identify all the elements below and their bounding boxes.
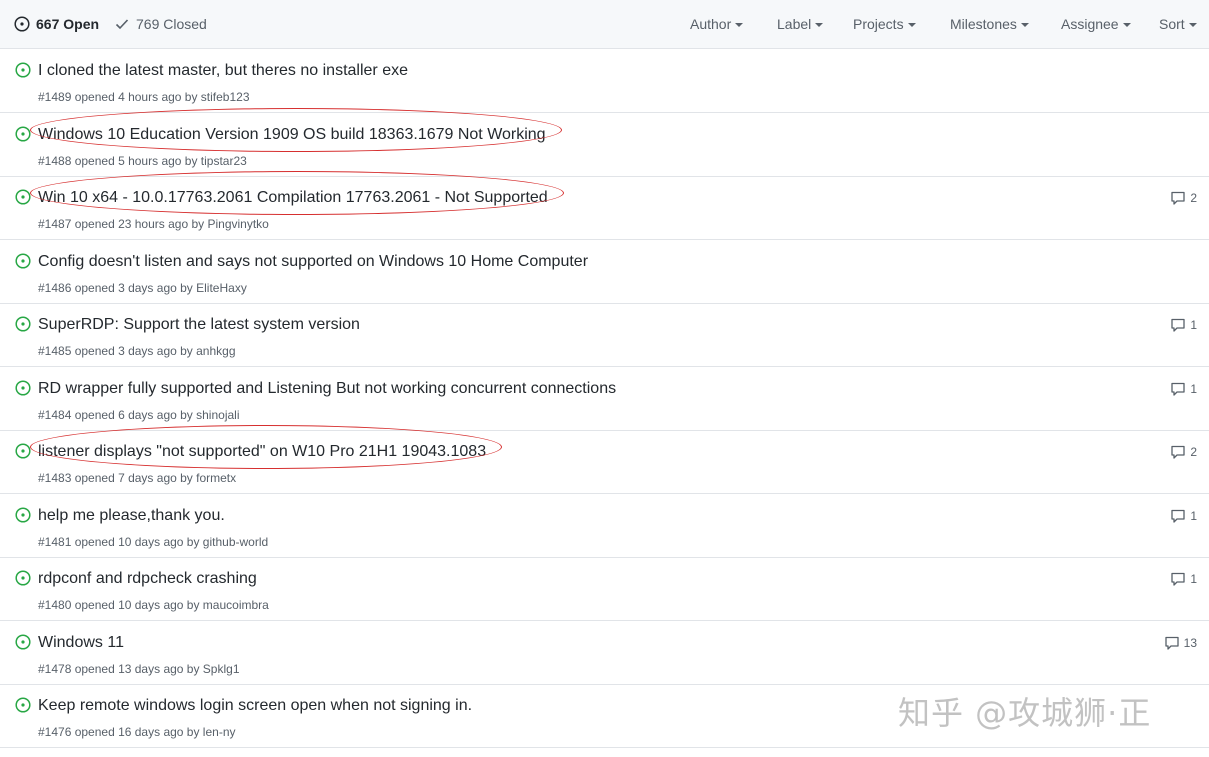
comment-icon — [1171, 191, 1185, 205]
issue-opened-icon — [15, 697, 31, 713]
issue-meta: #1481 opened 10 days ago by github-world — [38, 535, 269, 549]
issue-title-link[interactable]: rdpconf and rdpcheck crashing — [38, 570, 257, 588]
comment-count-link[interactable]: 1 — [1170, 317, 1197, 333]
assignee-filter-label: Assignee — [1061, 16, 1119, 32]
comment-count: 2 — [1190, 191, 1197, 205]
comment-count-link[interactable]: 2 — [1170, 190, 1197, 206]
comment-count: 13 — [1183, 636, 1197, 650]
issue-row[interactable]: rdpconf and rdpcheck crashing #1480 opene… — [0, 558, 1209, 621]
sort-filter[interactable]: Sort — [1159, 14, 1197, 34]
issue-row[interactable]: help me please,thank you. #1481 opened 10… — [0, 495, 1209, 558]
comment-count: 1 — [1190, 509, 1197, 523]
issue-meta: #1487 opened 23 hours ago by Pingvinytko — [38, 217, 269, 231]
caret-down-icon — [1122, 23, 1131, 27]
issue-opened-icon — [15, 62, 31, 78]
issue-opened-icon — [15, 380, 31, 396]
issue-opened-icon — [15, 507, 31, 523]
issue-title-link[interactable]: RD wrapper fully supported and Listening… — [38, 380, 616, 398]
author-filter[interactable]: Author — [690, 14, 744, 34]
milestones-filter[interactable]: Milestones — [950, 14, 1029, 34]
caret-down-icon — [1188, 23, 1197, 27]
issue-opened-icon — [15, 570, 31, 586]
issue-meta: #1486 opened 3 days ago by EliteHaxy — [38, 281, 247, 295]
comment-count-link[interactable]: 1 — [1170, 508, 1197, 524]
issue-row[interactable]: Config doesn't listen and says not suppo… — [0, 241, 1209, 304]
issue-row[interactable]: Windows 11 #1478 opened 13 days ago by Sp… — [0, 622, 1209, 685]
issue-opened-icon — [15, 253, 31, 269]
label-filter[interactable]: Label — [777, 14, 824, 34]
issue-title-link[interactable]: Windows 11 — [38, 634, 124, 652]
issue-title-link[interactable]: Config doesn't listen and says not suppo… — [38, 253, 588, 271]
caret-down-icon — [735, 23, 744, 27]
issue-row[interactable]: Windows 10 Education Version 1909 OS bui… — [0, 108, 1209, 177]
issue-meta: #1488 opened 5 hours ago by tipstar23 — [38, 154, 247, 168]
comment-icon — [1171, 318, 1185, 332]
caret-down-icon — [907, 23, 916, 27]
projects-filter[interactable]: Projects — [853, 14, 916, 34]
issue-title-link[interactable]: I cloned the latest master, but theres n… — [38, 62, 408, 80]
issue-opened-icon — [15, 316, 31, 332]
issue-meta: #1483 opened 7 days ago by formetx — [38, 471, 237, 485]
issue-title-link[interactable]: Keep remote windows login screen open wh… — [38, 697, 472, 715]
comment-count-link[interactable]: 1 — [1170, 381, 1197, 397]
comment-count: 1 — [1190, 318, 1197, 332]
comment-count-link[interactable]: 13 — [1164, 635, 1197, 651]
issue-meta: #1485 opened 3 days ago by anhkgg — [38, 344, 236, 358]
assignee-filter[interactable]: Assignee — [1061, 14, 1131, 34]
comment-count-link[interactable]: 2 — [1170, 444, 1197, 460]
issue-meta: #1478 opened 13 days ago by Spklg1 — [38, 662, 240, 676]
issue-row[interactable]: SuperRDP: Support the latest system vers… — [0, 304, 1209, 367]
issue-meta: #1476 opened 16 days ago by len-ny — [38, 725, 236, 739]
comment-count: 2 — [1190, 445, 1197, 459]
comment-icon — [1171, 572, 1185, 586]
milestones-filter-label: Milestones — [950, 16, 1017, 32]
comment-count: 1 — [1190, 382, 1197, 396]
issue-row[interactable]: I cloned the latest master, but theres n… — [0, 50, 1209, 113]
issue-row[interactable]: RD wrapper fully supported and Listening… — [0, 368, 1209, 431]
issue-row[interactable]: Win 10 x64 - 10.0.17763.2061 Compilation… — [0, 171, 1209, 240]
author-filter-label: Author — [690, 16, 732, 32]
comment-icon — [1171, 382, 1185, 396]
issue-opened-icon — [15, 443, 31, 459]
issues-list-header: 667 Open 769 Closed Author Label Project… — [0, 0, 1209, 49]
comment-icon — [1164, 636, 1179, 650]
issue-opened-icon — [15, 634, 31, 650]
issue-row[interactable]: listener displays "not supported" on W10… — [0, 425, 1209, 494]
issue-meta: #1484 opened 6 days ago by shinojali — [38, 408, 240, 422]
issue-title-link[interactable]: Win 10 x64 - 10.0.17763.2061 Compilation… — [38, 189, 548, 207]
comment-count-link[interactable]: 1 — [1170, 571, 1197, 587]
issue-meta: #1480 opened 10 days ago by maucoimbra — [38, 598, 269, 612]
filter-bar: Author Label Projects Milestones Assigne… — [0, 14, 1209, 34]
issue-title-link[interactable]: help me please,thank you. — [38, 507, 225, 525]
caret-down-icon — [815, 23, 824, 27]
issue-opened-icon — [15, 189, 31, 205]
issue-meta: #1489 opened 4 hours ago by stifeb123 — [38, 90, 250, 104]
issue-title-link[interactable]: SuperRDP: Support the latest system vers… — [38, 316, 360, 334]
projects-filter-label: Projects — [853, 16, 904, 32]
issue-opened-icon — [15, 126, 31, 142]
issue-title-link[interactable]: listener displays "not supported" on W10… — [38, 443, 486, 461]
watermark: 知乎 @攻城狮·正 — [898, 694, 1152, 732]
comment-icon — [1171, 445, 1185, 459]
caret-down-icon — [1020, 23, 1029, 27]
issue-title-link[interactable]: Windows 10 Education Version 1909 OS bui… — [38, 126, 546, 144]
comment-count: 1 — [1190, 572, 1197, 586]
label-filter-label: Label — [777, 16, 812, 32]
comment-icon — [1171, 509, 1185, 523]
sort-filter-label: Sort — [1159, 16, 1185, 32]
